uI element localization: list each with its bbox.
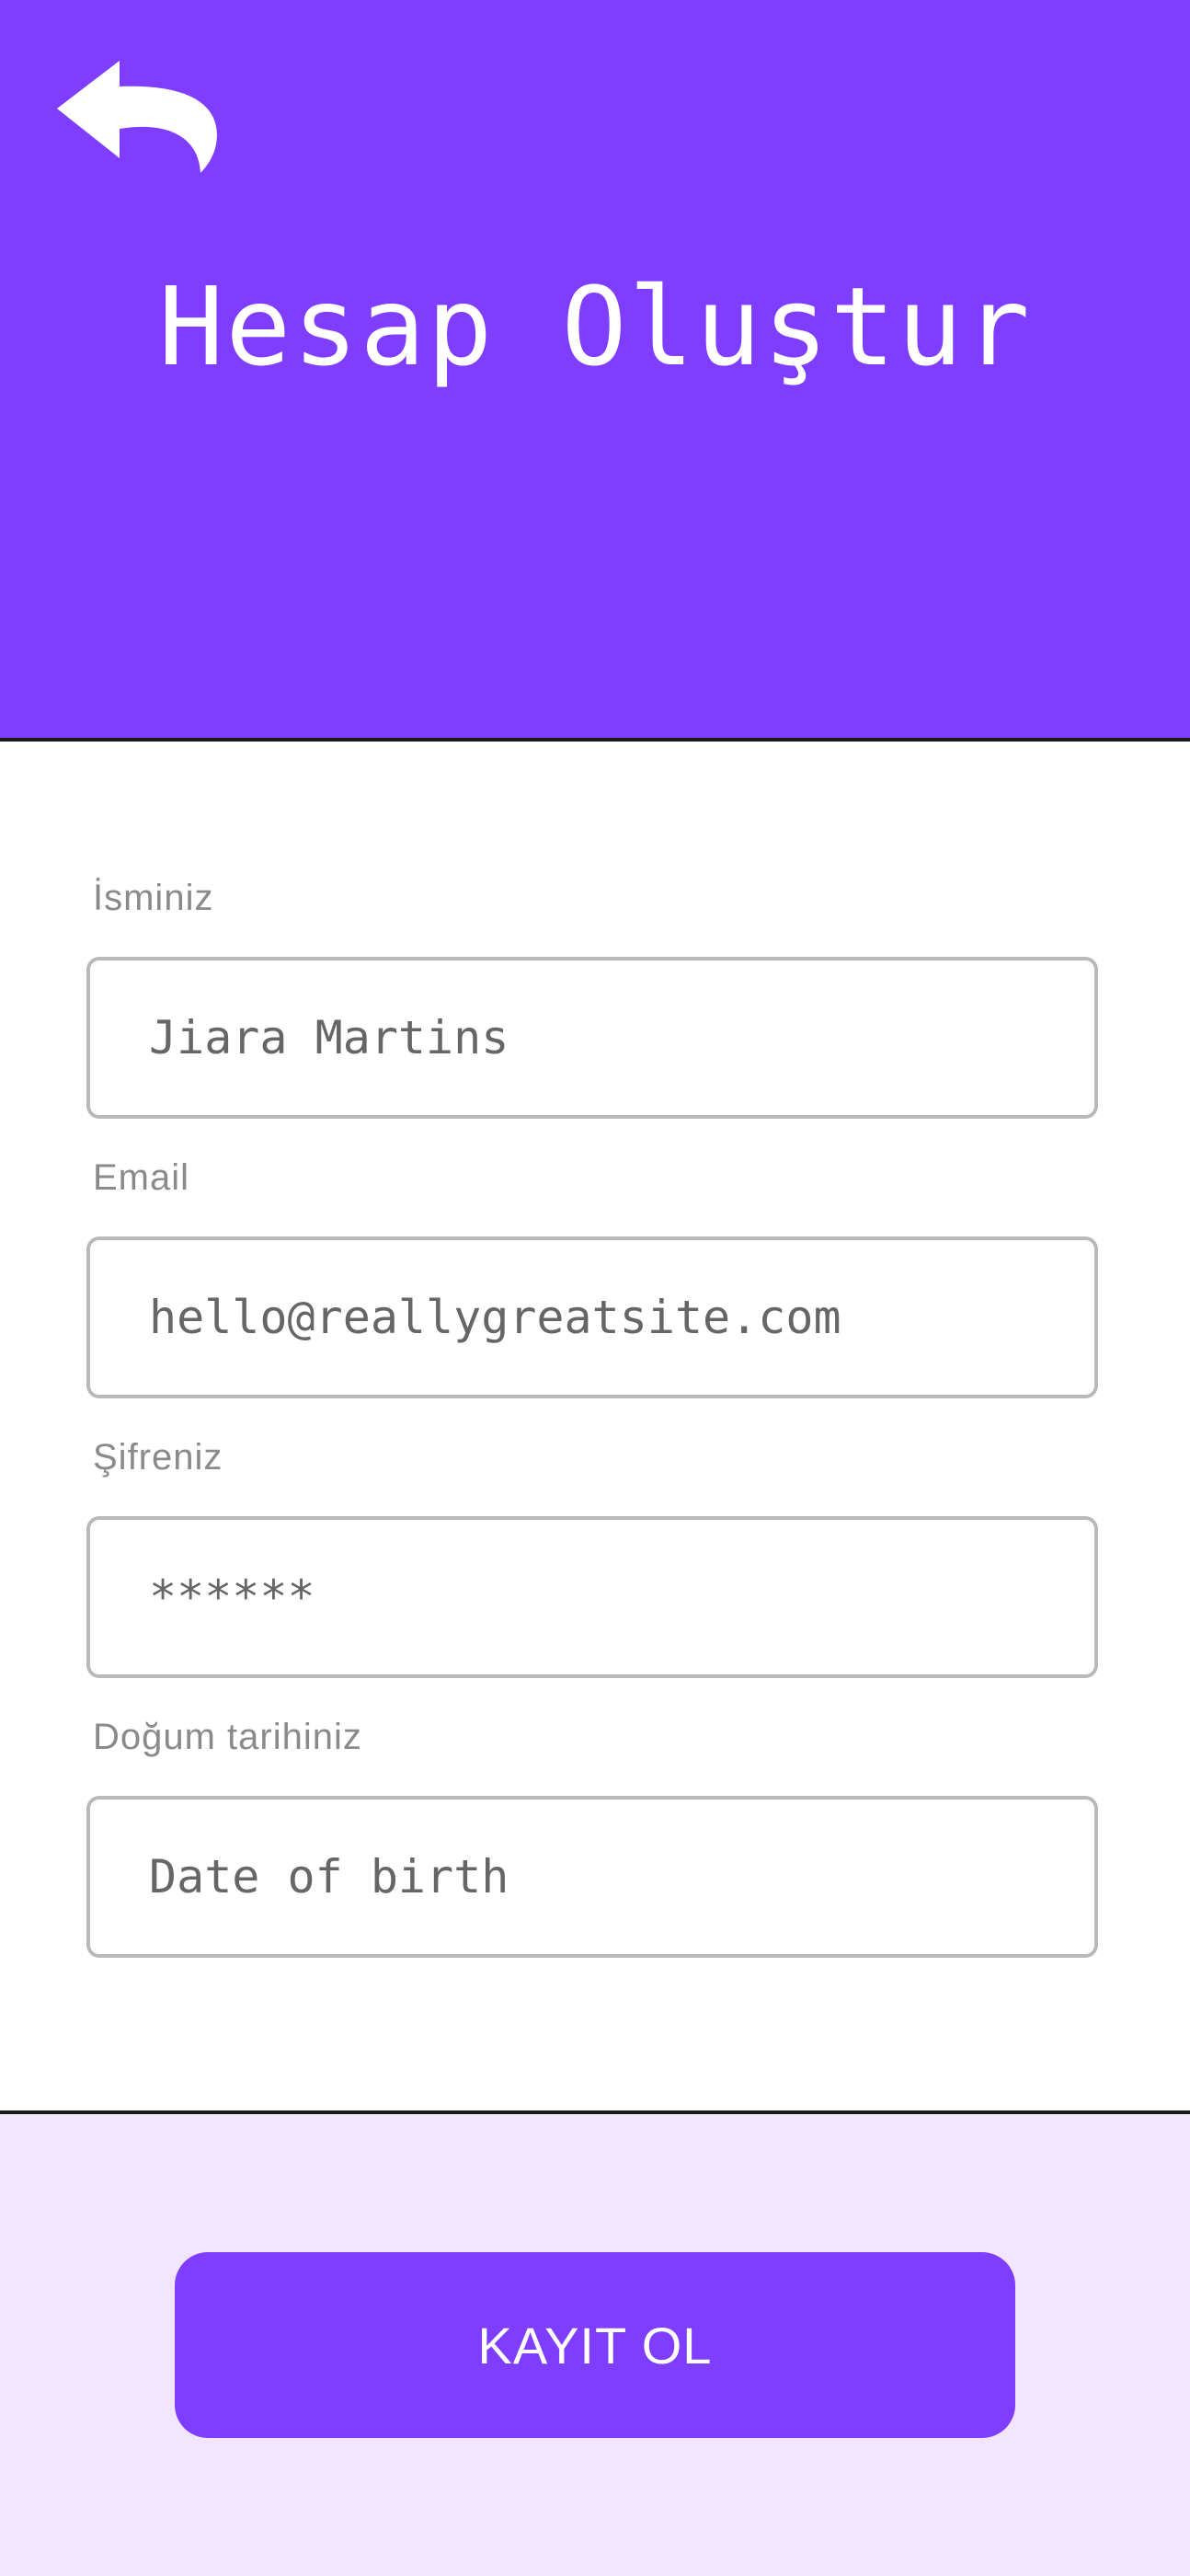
name-label: İsminiz	[93, 878, 214, 918]
register-button[interactable]: KAYIT OL	[175, 2252, 1015, 2438]
name-field-box	[86, 957, 1098, 1119]
name-input[interactable]	[90, 960, 1094, 1115]
email-label: Email	[93, 1157, 190, 1198]
birthdate-label: Doğum tarihiniz	[93, 1717, 362, 1757]
password-input[interactable]	[90, 1520, 1094, 1674]
page-title: Hesap Oluştur	[158, 263, 1032, 390]
header: Hesap Oluştur	[0, 0, 1190, 738]
back-button[interactable]	[53, 57, 219, 182]
birthdate-input[interactable]	[90, 1800, 1094, 1954]
footer: KAYIT OL	[0, 2114, 1190, 2576]
password-field-box	[86, 1516, 1098, 1678]
signup-form: İsminiz Email Şifreniz Doğum tarihiniz	[0, 742, 1190, 2110]
email-input[interactable]	[90, 1240, 1094, 1395]
back-arrow-icon	[57, 61, 217, 173]
password-label: Şifreniz	[93, 1437, 223, 1478]
birthdate-field-box	[86, 1796, 1098, 1958]
email-field-box	[86, 1236, 1098, 1398]
